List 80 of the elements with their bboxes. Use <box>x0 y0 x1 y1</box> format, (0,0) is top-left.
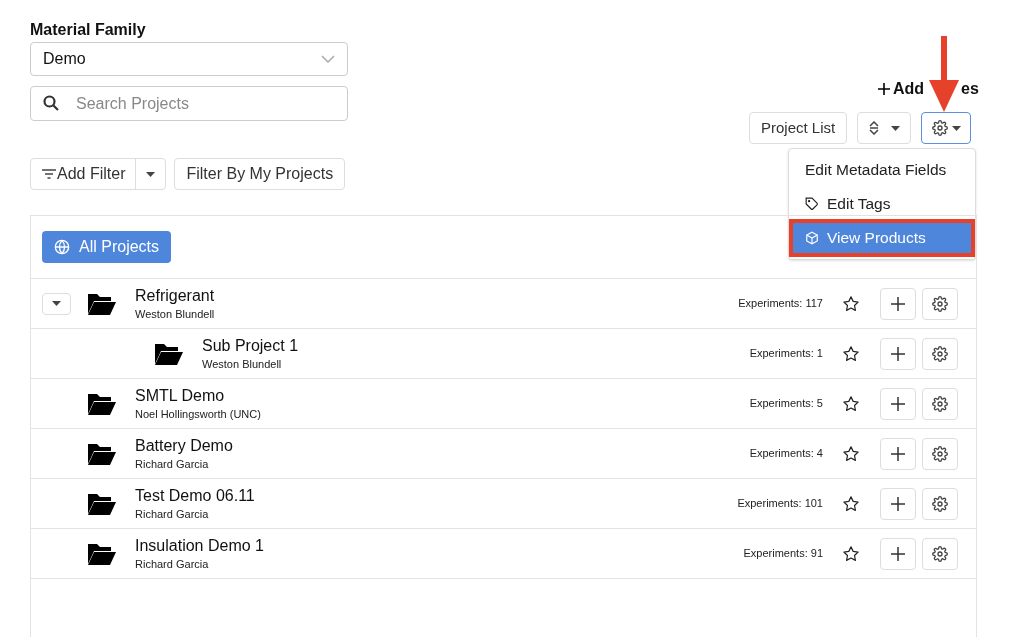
star-icon[interactable] <box>842 294 860 313</box>
plus-icon <box>891 346 905 361</box>
project-owner: Richard Garcia <box>135 456 210 472</box>
add-button[interactable] <box>880 537 916 570</box>
project-name[interactable]: Sub Project 1 <box>202 335 750 356</box>
project-owner: Weston Blundell <box>135 306 216 322</box>
project-owner: Richard Garcia <box>135 556 210 572</box>
filter-icon <box>41 168 57 180</box>
experiment-count: Experiments: 91 <box>743 546 823 562</box>
plus-icon <box>891 396 905 411</box>
settings-button[interactable] <box>922 387 958 420</box>
settings-button[interactable] <box>922 537 958 570</box>
settings-icon <box>932 295 948 312</box>
search-field[interactable]: Search Projects <box>30 86 348 121</box>
folder-icon <box>87 541 117 566</box>
settings-icon <box>932 545 948 562</box>
add-button[interactable] <box>880 437 916 470</box>
chevron-down-icon <box>321 55 335 63</box>
menu-item[interactable]: Edit Metadata Fields <box>793 155 971 185</box>
project-name[interactable]: Battery Demo <box>135 435 750 456</box>
settings-icon <box>932 495 948 512</box>
project-list-button[interactable]: Project List <box>749 112 848 144</box>
menu-item[interactable]: Edit Tags <box>793 189 971 219</box>
plus-icon <box>891 496 905 511</box>
settings-icon <box>932 395 948 412</box>
plus-icon <box>891 446 905 461</box>
all-projects-button[interactable]: All Projects <box>42 231 172 263</box>
experiment-count: Experiments: 117 <box>738 296 823 312</box>
caret-icon <box>146 171 156 177</box>
expand-toggle[interactable] <box>42 292 71 315</box>
star-icon[interactable] <box>842 394 860 413</box>
project-name[interactable]: Test Demo 06.11 <box>135 485 738 506</box>
add-button[interactable] <box>880 287 916 320</box>
plus-icon <box>891 296 905 311</box>
plus-icon <box>878 83 890 95</box>
settings-button[interactable] <box>922 487 958 520</box>
experiment-count: Experiments: 5 <box>749 396 823 412</box>
material-family-select[interactable]: Demo <box>30 42 348 76</box>
cube-icon <box>805 231 819 245</box>
tag-icon <box>805 197 819 211</box>
project-owner: Noel Hollingsworth (UNC) <box>135 406 262 422</box>
sort-icon <box>868 121 879 135</box>
settings-icon <box>932 345 948 362</box>
project-owner: Richard Garcia <box>135 506 210 522</box>
folder-icon <box>87 491 117 516</box>
caret-icon <box>890 125 900 131</box>
add-button[interactable] <box>880 337 916 370</box>
star-icon[interactable] <box>842 544 860 563</box>
add-button[interactable] <box>880 387 916 420</box>
star-icon[interactable] <box>842 494 860 513</box>
folder-icon <box>87 441 117 466</box>
plus-icon <box>891 546 905 561</box>
folder-icon <box>154 341 184 366</box>
project-owner: Weston Blundell <box>202 356 283 372</box>
folder-icon <box>87 291 117 316</box>
sort-dropdown-button[interactable] <box>857 112 912 144</box>
experiment-count: Experiments: 1 <box>749 346 823 362</box>
field-label: Material Family <box>30 20 147 40</box>
add-button[interactable] <box>880 487 916 520</box>
caret-icon <box>52 301 61 306</box>
project-name[interactable]: Refrigerant <box>135 285 739 306</box>
star-icon[interactable] <box>842 344 860 363</box>
search-icon <box>43 95 59 111</box>
project-name[interactable]: Insulation Demo 1 <box>135 535 744 556</box>
settings-button[interactable] <box>922 337 958 370</box>
folder-icon <box>87 391 117 416</box>
star-icon[interactable] <box>842 444 860 463</box>
button-label-fragment: es <box>961 79 979 99</box>
settings-dropdown-button[interactable] <box>921 112 972 144</box>
settings-button[interactable] <box>922 437 958 470</box>
globe-icon <box>54 239 70 255</box>
experiment-count: Experiments: 4 <box>749 446 823 462</box>
settings-icon <box>932 445 948 462</box>
project-name[interactable]: SMTL Demo <box>135 385 750 406</box>
settings-button[interactable] <box>922 287 958 320</box>
experiment-count: Experiments: 101 <box>737 496 823 512</box>
settings-icon <box>931 120 948 136</box>
caret-icon <box>951 125 961 131</box>
add-button[interactable]: Add <box>878 77 925 101</box>
filter-my-projects-button[interactable]: Filter By My Projects <box>174 158 346 190</box>
